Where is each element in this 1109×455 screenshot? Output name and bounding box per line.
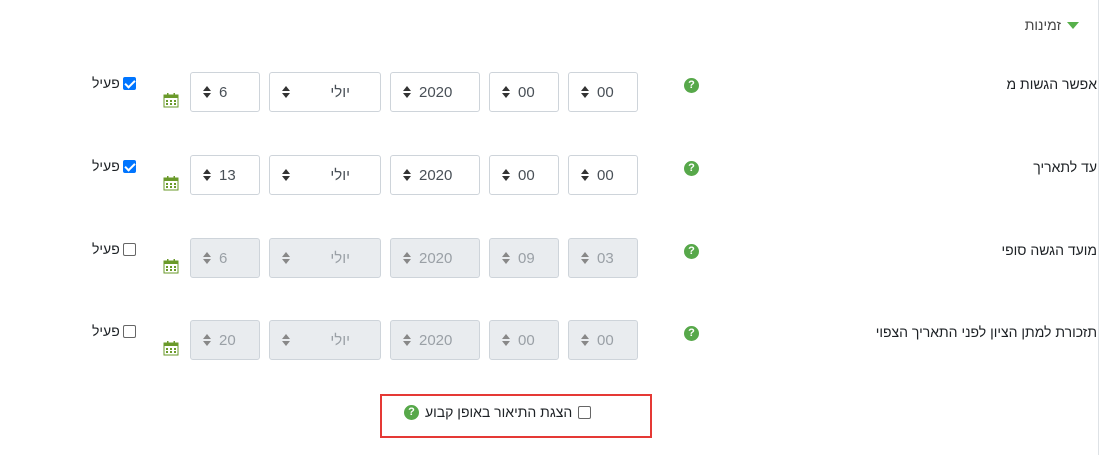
date-time-row: אפשר הגשות מ? 6 יולי 2020 00 00 פעיל: [0, 72, 1109, 132]
select-arrows-icon: [403, 167, 411, 183]
year-value: 2020: [419, 332, 453, 349]
always-show-label: הצגת התיאור באופן קבוע: [425, 404, 573, 420]
minute-value: 00: [597, 167, 614, 184]
select-arrows-icon: [203, 84, 211, 100]
hour-select[interactable]: 00: [489, 320, 559, 360]
day-select[interactable]: 20: [190, 320, 260, 360]
help-icon[interactable]: ?: [684, 244, 699, 259]
hour-value: 00: [518, 167, 535, 184]
select-arrows-icon: [502, 84, 510, 100]
select-arrows-icon: [403, 332, 411, 348]
enable-toggle[interactable]: פעיל: [92, 323, 136, 339]
select-arrows-icon: [203, 332, 211, 348]
minute-value: 03: [597, 250, 614, 267]
hour-value: 00: [518, 332, 535, 349]
date-time-row: תזכורת למתן הציון לפני התאריך הצפוי? 20 יו…: [0, 320, 1109, 380]
minute-value: 00: [597, 332, 614, 349]
minute-value: 00: [597, 84, 614, 101]
enable-checkbox[interactable]: [122, 324, 136, 338]
select-arrows-icon: [502, 167, 510, 183]
day-value: 20: [219, 332, 236, 349]
calendar-icon[interactable]: [163, 93, 179, 108]
day-select[interactable]: 13: [190, 155, 260, 195]
minute-select[interactable]: 00: [568, 72, 638, 112]
help-icon[interactable]: ?: [404, 404, 419, 420]
select-arrows-icon: [203, 250, 211, 266]
enable-toggle[interactable]: פעיל: [92, 158, 136, 174]
year-value: 2020: [419, 84, 453, 101]
minute-select[interactable]: 00: [568, 155, 638, 195]
hour-select[interactable]: 00: [489, 72, 559, 112]
select-arrows-icon: [282, 167, 290, 183]
day-value: 13: [219, 167, 236, 184]
select-arrows-icon: [282, 332, 290, 348]
row-label: תזכורת למתן הציון לפני התאריך הצפוי: [875, 324, 1097, 340]
select-arrows-icon: [203, 167, 211, 183]
hour-select[interactable]: 00: [489, 155, 559, 195]
enable-label: פעיל: [92, 323, 120, 339]
calendar-icon[interactable]: [163, 176, 179, 191]
select-arrows-icon: [581, 84, 589, 100]
enable-checkbox[interactable]: [122, 76, 136, 90]
enable-label: פעיל: [92, 241, 120, 257]
enable-label: פעיל: [92, 158, 120, 174]
day-value: 6: [219, 250, 228, 267]
select-arrows-icon: [403, 250, 411, 266]
select-arrows-icon: [502, 332, 510, 348]
help-icon[interactable]: ?: [684, 161, 699, 176]
row-label: עד לתאריך: [1033, 159, 1097, 175]
day-select[interactable]: 6: [190, 72, 260, 112]
select-arrows-icon: [502, 250, 510, 266]
day-value: 6: [219, 84, 228, 101]
select-arrows-icon: [581, 332, 589, 348]
calendar-icon[interactable]: [163, 259, 179, 274]
month-select[interactable]: יולי: [269, 238, 381, 278]
enable-toggle[interactable]: פעיל: [92, 241, 136, 257]
select-arrows-icon: [282, 250, 290, 266]
month-value: יולי: [330, 250, 350, 267]
minute-select[interactable]: 00: [568, 320, 638, 360]
date-time-row: מועד הגשה סופי? 6 יולי 2020 09 03 פעיל: [0, 238, 1109, 298]
day-select[interactable]: 6: [190, 238, 260, 278]
year-select[interactable]: 2020: [390, 72, 480, 112]
always-show-description-option[interactable]: הצגת התיאור באופן קבוע ?: [404, 404, 592, 420]
section-title: זמינות: [1024, 17, 1061, 33]
enable-toggle[interactable]: פעיל: [92, 75, 136, 91]
month-value: יולי: [330, 84, 350, 101]
year-value: 2020: [419, 250, 453, 267]
date-time-row: עד לתאריך? 13 יולי 2020 00 00 פעיל: [0, 155, 1109, 215]
calendar-icon[interactable]: [163, 341, 179, 356]
hour-select[interactable]: 09: [489, 238, 559, 278]
content-divider: [1098, 0, 1099, 455]
year-select[interactable]: 2020: [390, 155, 480, 195]
month-select[interactable]: יולי: [269, 320, 381, 360]
help-icon[interactable]: ?: [684, 78, 699, 93]
select-arrows-icon: [581, 250, 589, 266]
enable-checkbox[interactable]: [122, 159, 136, 173]
row-label: אפשר הגשות מ: [1006, 76, 1097, 92]
minute-select[interactable]: 03: [568, 238, 638, 278]
select-arrows-icon: [581, 167, 589, 183]
collapse-triangle-icon: [1067, 21, 1079, 29]
section-header-availability[interactable]: זמינות: [1025, 17, 1079, 33]
month-select[interactable]: יולי: [269, 72, 381, 112]
enable-label: פעיל: [92, 75, 120, 91]
year-value: 2020: [419, 167, 453, 184]
month-select[interactable]: יולי: [269, 155, 381, 195]
row-label: מועד הגשה סופי: [1001, 242, 1097, 258]
month-value: יולי: [330, 332, 350, 349]
year-select[interactable]: 2020: [390, 320, 480, 360]
help-icon[interactable]: ?: [684, 326, 699, 341]
month-value: יולי: [330, 167, 350, 184]
select-arrows-icon: [282, 84, 290, 100]
select-arrows-icon: [403, 84, 411, 100]
hour-value: 09: [518, 250, 535, 267]
hour-value: 00: [518, 84, 535, 101]
always-show-checkbox[interactable]: [578, 405, 592, 419]
year-select[interactable]: 2020: [390, 238, 480, 278]
enable-checkbox[interactable]: [122, 242, 136, 256]
